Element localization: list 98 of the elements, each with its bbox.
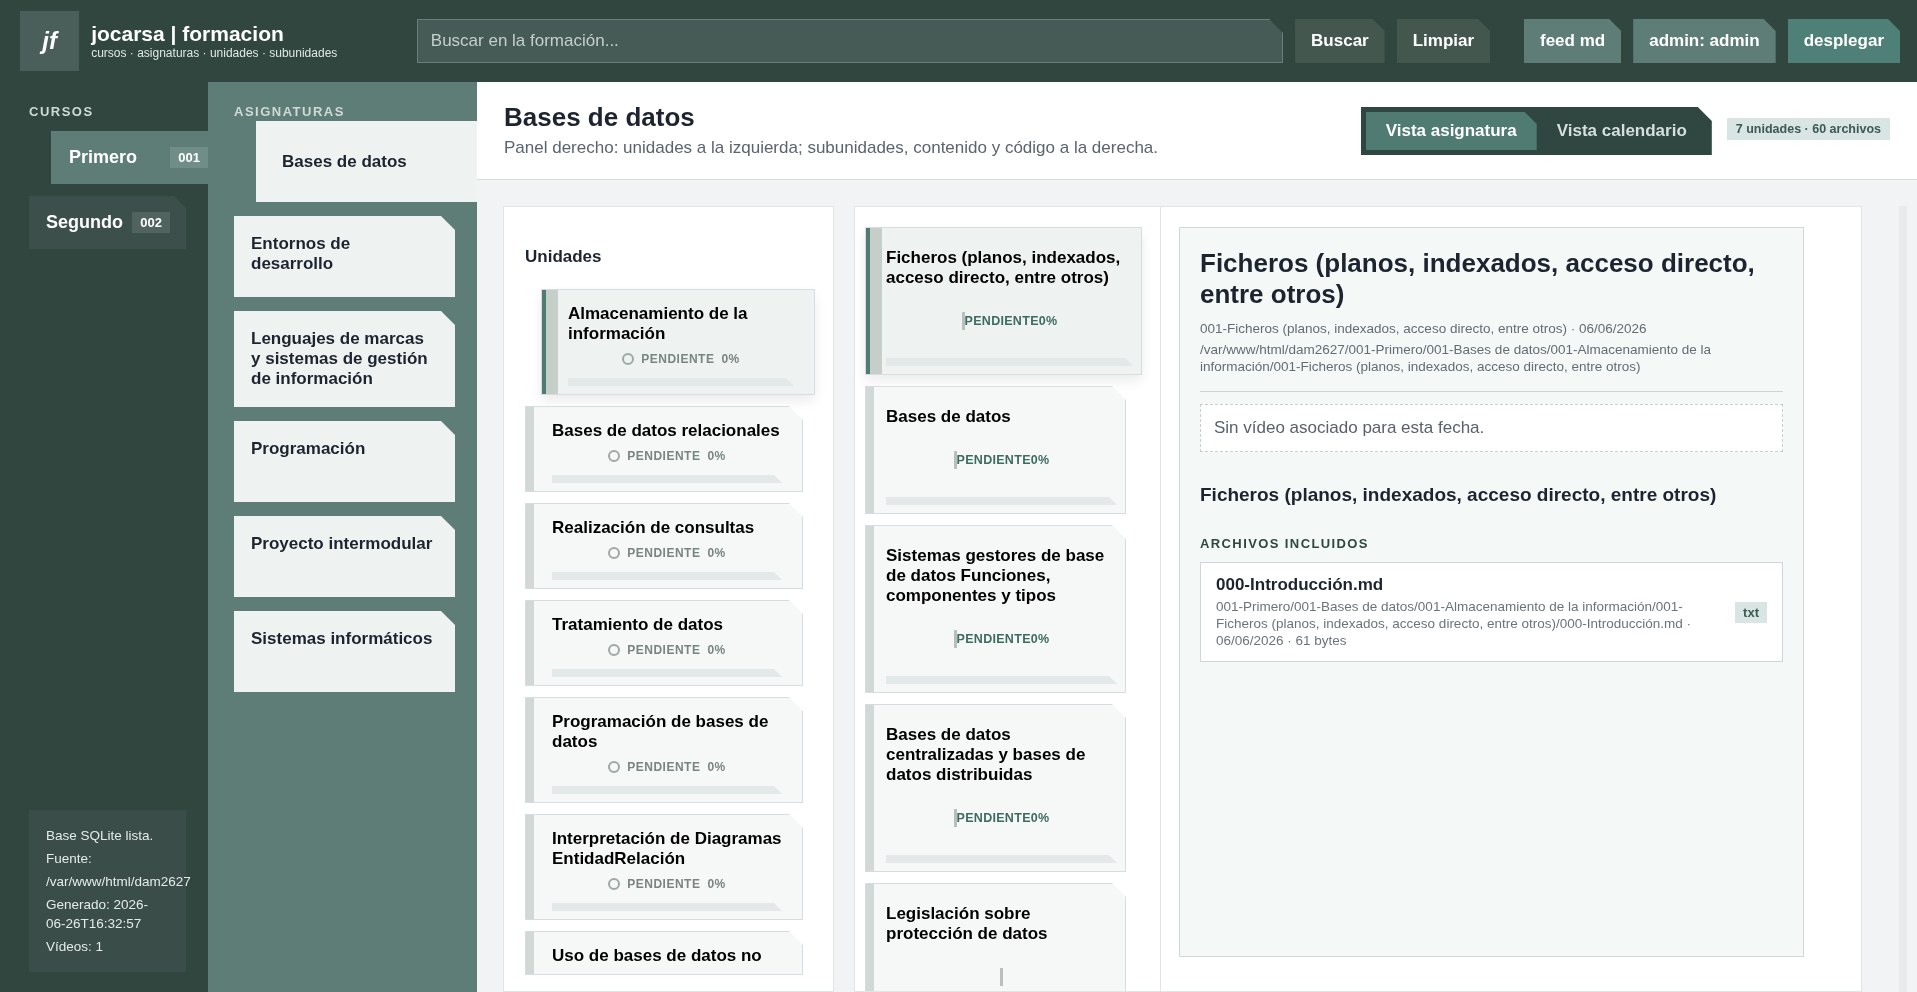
unit-title: Tratamiento de datos — [552, 615, 724, 635]
status-text: Generado: 2026-06-26T16:32:57 — [46, 896, 150, 933]
empty-video-notice: Sin vídeo asociado para esta fecha. — [1200, 404, 1783, 452]
subject-item[interactable]: Entornos de desarrollo — [234, 216, 455, 297]
unit-title: Realización de consultas — [552, 518, 756, 538]
subunit-title: Ficheros (planos, indexados, acceso directo, entre otros) — [886, 248, 1122, 288]
status-circle-icon — [622, 353, 635, 365]
status-label: PENDIENTE — [641, 352, 715, 366]
file-type-tag: txt — [1735, 601, 1767, 623]
page-subtitle: Panel derecho: unidades a la izquierda; subunidades, contenido y código a la derecha. — [504, 138, 1160, 158]
progress-percent: 0% — [1030, 811, 1050, 825]
unit-card[interactable]: Bases de datos relacionales PENDIENTE 0% — [525, 406, 803, 492]
subject-item[interactable]: Bases de datos — [256, 121, 477, 202]
status-text: Base SQLite lista. — [46, 827, 155, 845]
status-label: PENDIENTE — [627, 760, 701, 774]
subunit-title: Bases de datos — [886, 407, 1012, 427]
status-bar-icon — [953, 809, 957, 827]
app-title: jocarsa | formacion — [91, 22, 285, 46]
header-button[interactable]: feed md — [1524, 19, 1622, 63]
detail-title: Ficheros (planos, indexados, acceso directo, entre otros) — [1200, 248, 1756, 310]
detail-meta: 001-Ficheros (planos, indexados, acceso directo, entre otros) · 06/06/2026 — [1200, 320, 1648, 337]
course-label: Primero — [69, 147, 138, 168]
view-tab[interactable]: Vista asignatura — [1365, 112, 1537, 150]
subject-item[interactable]: Proyecto intermodular — [234, 516, 455, 597]
status-bar-icon — [961, 312, 965, 330]
unit-title: Bases de datos relacionales — [552, 421, 781, 441]
course-item[interactable]: Segundo 002 — [29, 196, 186, 249]
subunit-title: Bases de datos centralizadas y bases de datos distribuidas — [886, 725, 1087, 785]
file-name: 000-Introducción.md — [1216, 575, 1385, 595]
unit-card[interactable]: Programación de bases de datos PENDIENTE 0% — [525, 697, 803, 803]
unit-card[interactable]: Uso de bases de datos no — [525, 931, 803, 975]
status-circle-icon — [608, 878, 621, 890]
status-label: PENDIENTE — [964, 314, 1039, 328]
status-bar-icon — [953, 630, 957, 648]
subunit-card[interactable]: Ficheros (planos, indexados, acceso directo, entre otros) PENDIENTE0% — [865, 227, 1142, 375]
unit-title: Almacenamiento de la información — [568, 304, 749, 344]
file-card[interactable]: 000-Introducción.md 001-Primero/001-Bases de datos/001-Almacenamiento de la información/001-Ficheros (planos, indexados, acceso directo, entre otros)/000-Introducción.md · 06/06/2026 · 61 bytes txt — [1200, 562, 1783, 662]
status-label: PENDIENTE — [956, 632, 1031, 646]
progress-percent: 0% — [707, 546, 726, 560]
progress-percent: 0% — [1030, 453, 1050, 467]
unit-title: Programación de bases de datos — [552, 712, 770, 752]
search-field[interactable]: Buscar en la formación... — [416, 19, 1284, 63]
status-circle-icon — [608, 644, 621, 656]
progress-percent: 0% — [707, 643, 726, 657]
file-path: 001-Primero/001-Bases de datos/001-Almacenamiento de la información/001-Ficheros (planos, indexados, acceso directo, entre otros)/000-Introducción.md · 06/06/2026 · 61 bytes — [1216, 598, 1692, 649]
header-button[interactable]: desplegar — [1787, 19, 1900, 63]
course-code: 002 — [132, 212, 170, 233]
unit-card[interactable]: Tratamiento de datos PENDIENTE 0% — [525, 600, 803, 686]
status-label: PENDIENTE — [956, 811, 1031, 825]
unit-title: Uso de bases de datos no — [552, 946, 763, 966]
page-title: Bases de datos — [504, 102, 696, 133]
unit-card[interactable]: Almacenamiento de la información PENDIENTE 0% — [541, 289, 815, 395]
subunit-card[interactable]: Legislación sobre protección de datos — [865, 883, 1126, 991]
logo: jf — [20, 11, 80, 71]
files-heading: ARCHIVOS INCLUIDOS — [1200, 536, 1370, 551]
progress-percent: 0% — [707, 877, 726, 891]
panel-heading: Unidades — [525, 247, 603, 267]
status-label: PENDIENTE — [627, 546, 701, 560]
app-subtitle: cursos · asignaturas · unidades · subunidades — [91, 46, 339, 60]
section-heading: ASIGNATURAS — [234, 104, 346, 119]
unit-card[interactable]: Interpretación de Diagramas EntidadRelación PENDIENTE 0% — [525, 814, 803, 920]
status-bar-icon — [953, 451, 957, 469]
section-heading: CURSOS — [29, 104, 95, 119]
status-circle-icon — [608, 761, 621, 773]
status-text: Vídeos: 1 — [46, 938, 105, 956]
subject-item[interactable]: Lenguajes de marcas y sistemas de gestión de información — [234, 311, 455, 407]
unit-title: Interpretación de Diagramas EntidadRelación — [552, 829, 782, 869]
status-circle-icon — [608, 547, 621, 559]
subunit-title: Sistemas gestores de base de datos Funciones, componentes y tipos — [886, 546, 1106, 606]
status-label: PENDIENTE — [627, 449, 701, 463]
header-button[interactable]: Buscar — [1295, 19, 1385, 63]
status-label: PENDIENTE — [956, 453, 1031, 467]
subunit-card[interactable]: Sistemas gestores de base de datos Funciones, componentes y tipos PENDIENTE0% — [865, 525, 1126, 693]
view-tab[interactable]: Vista calendario — [1536, 112, 1707, 150]
section-title: Ficheros (planos, indexados, acceso directo, entre otros) — [1200, 484, 1718, 506]
status-circle-icon — [608, 450, 621, 462]
progress-percent: 0% — [1030, 632, 1050, 646]
subunit-card[interactable]: Bases de datos centralizadas y bases de datos distribuidas PENDIENTE0% — [865, 704, 1126, 872]
header-button[interactable]: admin: admin — [1633, 19, 1776, 63]
status-text: Fuente: — [46, 850, 93, 868]
progress-percent: 0% — [721, 352, 740, 366]
header-button[interactable]: Limpiar — [1396, 19, 1491, 63]
status-label: PENDIENTE — [627, 877, 701, 891]
progress-percent: 0% — [707, 760, 726, 774]
status-bar-icon — [1000, 968, 1003, 986]
progress-percent: 0% — [707, 449, 726, 463]
detail-path: /var/www/html/dam2627/001-Primero/001-Bases de datos/001-Almacenamiento de la información/001-Ficheros (planos, indexados, acceso directo, entre otros) — [1200, 341, 1712, 375]
course-code: 001 — [170, 147, 208, 168]
subject-item[interactable]: Sistemas informáticos — [234, 611, 455, 692]
count-badge: 7 unidades · 60 archivos — [1726, 118, 1890, 140]
course-item[interactable]: Primero 001 — [51, 131, 208, 184]
course-label: Segundo — [46, 212, 123, 233]
status-label: PENDIENTE — [627, 643, 701, 657]
subunit-card[interactable]: Bases de datos PENDIENTE0% — [865, 386, 1126, 514]
subject-item[interactable]: Programación — [234, 421, 455, 502]
subunit-title: Legislación sobre protección de datos — [886, 904, 1049, 944]
unit-card[interactable]: Realización de consultas PENDIENTE 0% — [525, 503, 803, 589]
progress-percent: 0% — [1038, 314, 1058, 328]
